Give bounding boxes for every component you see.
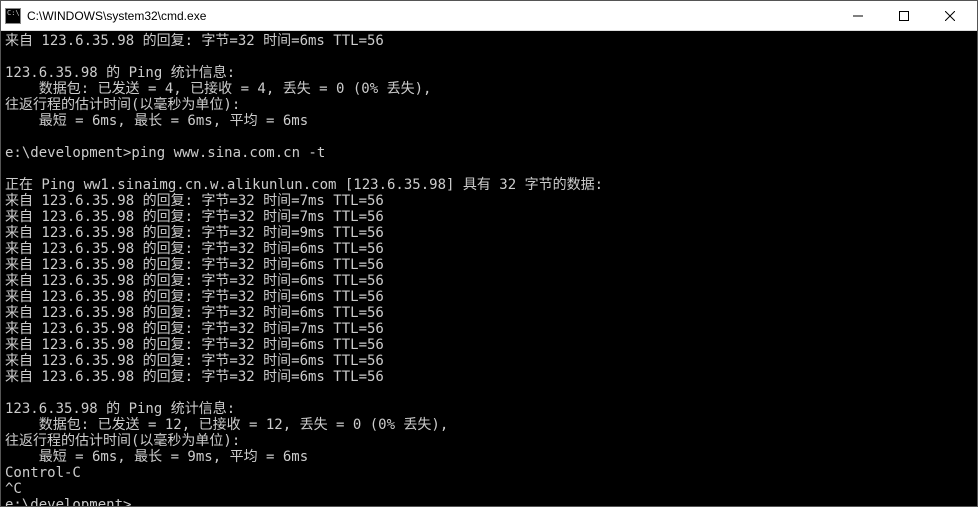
terminal-line: Control-C	[5, 465, 973, 481]
terminal-line: 往返行程的估计时间(以毫秒为单位):	[5, 433, 973, 449]
terminal-line: 来自 123.6.35.98 的回复: 字节=32 时间=6ms TTL=56	[5, 241, 973, 257]
terminal-line: 来自 123.6.35.98 的回复: 字节=32 时间=6ms TTL=56	[5, 257, 973, 273]
maximize-icon	[899, 11, 909, 21]
cmd-window: C:\WINDOWS\system32\cmd.exe 来自 123.6.35.…	[0, 0, 978, 507]
terminal-line	[5, 49, 973, 65]
terminal-line: e:\development>ping www.sina.com.cn -t	[5, 145, 973, 161]
terminal-line: ^C	[5, 481, 973, 497]
terminal-line: 来自 123.6.35.98 的回复: 字节=32 时间=6ms TTL=56	[5, 337, 973, 353]
terminal-line: 来自 123.6.35.98 的回复: 字节=32 时间=9ms TTL=56	[5, 225, 973, 241]
terminal-line: 来自 123.6.35.98 的回复: 字节=32 时间=6ms TTL=56	[5, 369, 973, 385]
terminal-line: 正在 Ping ww1.sinaimg.cn.w.alikunlun.com […	[5, 177, 973, 193]
terminal-line: 来自 123.6.35.98 的回复: 字节=32 时间=7ms TTL=56	[5, 209, 973, 225]
terminal-line: 来自 123.6.35.98 的回复: 字节=32 时间=6ms TTL=56	[5, 305, 973, 321]
terminal-line: 来自 123.6.35.98 的回复: 字节=32 时间=6ms TTL=56	[5, 33, 973, 49]
close-icon	[945, 11, 955, 21]
terminal-line: 来自 123.6.35.98 的回复: 字节=32 时间=6ms TTL=56	[5, 273, 973, 289]
terminal-line: 数据包: 已发送 = 12, 已接收 = 12, 丢失 = 0 (0% 丢失),	[5, 417, 973, 433]
terminal-line: 来自 123.6.35.98 的回复: 字节=32 时间=6ms TTL=56	[5, 289, 973, 305]
maximize-button[interactable]	[881, 1, 927, 31]
terminal-line: 数据包: 已发送 = 4, 已接收 = 4, 丢失 = 0 (0% 丢失),	[5, 81, 973, 97]
cmd-icon	[5, 8, 21, 24]
terminal-line: e:\development>	[5, 497, 973, 506]
terminal-line: 往返行程的估计时间(以毫秒为单位):	[5, 97, 973, 113]
terminal-line: 来自 123.6.35.98 的回复: 字节=32 时间=7ms TTL=56	[5, 193, 973, 209]
titlebar[interactable]: C:\WINDOWS\system32\cmd.exe	[1, 1, 977, 31]
titlebar-text: C:\WINDOWS\system32\cmd.exe	[27, 9, 835, 23]
terminal-line: 来自 123.6.35.98 的回复: 字节=32 时间=6ms TTL=56	[5, 353, 973, 369]
minimize-icon	[853, 11, 863, 21]
terminal-output[interactable]: 来自 123.6.35.98 的回复: 字节=32 时间=6ms TTL=56 1…	[1, 31, 977, 506]
terminal-line: 123.6.35.98 的 Ping 统计信息:	[5, 65, 973, 81]
close-button[interactable]	[927, 1, 973, 31]
terminal-line	[5, 129, 973, 145]
terminal-line	[5, 385, 973, 401]
terminal-line: 最短 = 6ms, 最长 = 6ms, 平均 = 6ms	[5, 113, 973, 129]
terminal-line: 最短 = 6ms, 最长 = 9ms, 平均 = 6ms	[5, 449, 973, 465]
terminal-line	[5, 161, 973, 177]
titlebar-controls	[835, 1, 973, 31]
terminal-line: 123.6.35.98 的 Ping 统计信息:	[5, 401, 973, 417]
minimize-button[interactable]	[835, 1, 881, 31]
terminal-line: 来自 123.6.35.98 的回复: 字节=32 时间=7ms TTL=56	[5, 321, 973, 337]
